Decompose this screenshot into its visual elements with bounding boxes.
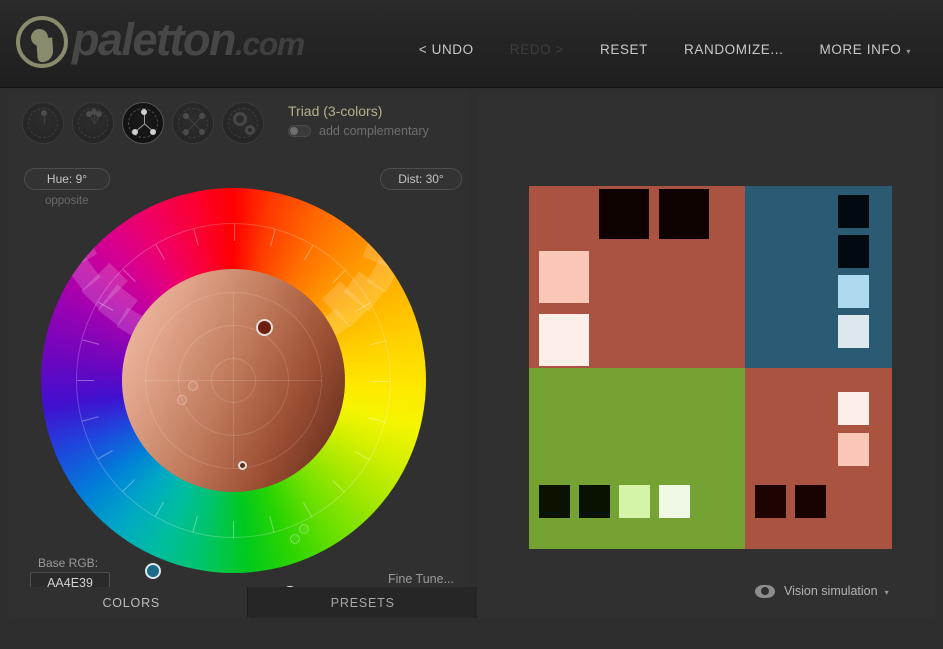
chevron-down-icon: ▾ — [884, 588, 889, 597]
scheme-dial-dot — [131, 128, 138, 135]
preview-swatch[interactable] — [539, 314, 589, 366]
vision-simulation-text: Vision simulation — [784, 584, 878, 598]
scheme-freestyle[interactable] — [222, 102, 264, 144]
add-complementary-row[interactable]: add complementary — [288, 124, 429, 138]
preview-quadrant-bottom-left[interactable] — [529, 367, 745, 549]
logo-text: paletton.com — [72, 14, 305, 70]
preview-swatch[interactable] — [837, 235, 869, 268]
logo[interactable]: paletton.com — [16, 14, 305, 70]
wheel-marker-primary[interactable] — [255, 318, 273, 336]
wheel-marker-shade-b2[interactable] — [290, 534, 300, 544]
eye-icon — [755, 584, 775, 598]
distance-value-button[interactable]: Dist: 30° — [380, 168, 462, 190]
scheme-dial-dot — [41, 110, 47, 116]
wheel-marker-secondary-blue[interactable] — [145, 563, 161, 579]
logo-tld: .com — [235, 26, 305, 62]
gear-icon-small — [245, 125, 255, 135]
gear-icon — [233, 112, 247, 126]
colors-panel: Triad (3-colors) add complementary Hue: … — [8, 92, 478, 618]
preview-quadrant-top-right[interactable] — [744, 186, 892, 368]
fine-tune-button[interactable]: Fine Tune... — [388, 572, 454, 586]
preview-row-top — [529, 186, 892, 368]
preview-swatch[interactable] — [754, 484, 786, 518]
preview-swatch[interactable] — [837, 432, 869, 466]
scheme-dial-dot — [141, 109, 147, 115]
more-info-button[interactable]: MORE INFO ▾ — [801, 38, 929, 61]
add-complementary-toggle[interactable] — [288, 125, 311, 137]
base-rgb-label: Base RGB: — [38, 556, 99, 570]
scheme-dial-dot — [198, 113, 205, 120]
preview-swatch[interactable] — [837, 315, 869, 348]
vision-simulation-button[interactable]: Vision simulation ▾ — [755, 584, 889, 598]
scheme-selector — [22, 102, 264, 144]
wheel-marker-shade-b1[interactable] — [299, 524, 309, 534]
preview-swatch[interactable] — [659, 484, 690, 518]
wheel-marker-inner-center[interactable] — [237, 460, 247, 470]
tab-presets[interactable]: PRESETS — [247, 587, 478, 618]
preview-swatch[interactable] — [837, 195, 869, 228]
scheme-dial-dot — [150, 128, 157, 135]
preview-swatch[interactable] — [599, 189, 649, 239]
paletton-app: paletton.com < UNDO REDO > RESET RANDOMIZE.… — [0, 0, 943, 649]
scheme-triad[interactable] — [122, 102, 164, 144]
scheme-dial-dot — [198, 128, 205, 135]
preview-swatch[interactable] — [579, 484, 610, 518]
logo-word: paletton — [72, 14, 237, 65]
preview-canvas — [529, 186, 892, 549]
preview-swatch[interactable] — [619, 484, 650, 518]
preview-quadrant-bottom-right[interactable] — [744, 367, 892, 549]
preview-swatch[interactable] — [539, 251, 589, 303]
preview-swatch[interactable] — [659, 189, 709, 239]
scheme-label: Triad (3-colors) — [288, 103, 383, 119]
add-complementary-label: add complementary — [319, 124, 429, 138]
reset-button[interactable]: RESET — [582, 38, 666, 61]
wheel-marker-shade-a2[interactable] — [177, 395, 187, 405]
tab-colors[interactable]: COLORS — [16, 587, 248, 618]
app-header: paletton.com < UNDO REDO > RESET RANDOMIZE.… — [0, 0, 943, 88]
preview-panel: Vision simulation▾ PREVIEW▾EXAMPLES...TA… — [477, 92, 935, 618]
preview-swatch[interactable] — [794, 484, 826, 518]
scheme-tetrad[interactable] — [172, 102, 214, 144]
vision-simulation-label: Vision simulation ▾ — [784, 584, 889, 598]
left-tabbar: COLORS PRESETS — [16, 587, 478, 618]
redo-button: REDO > — [509, 42, 564, 57]
preview-swatch[interactable] — [837, 275, 869, 308]
preview-swatch[interactable] — [539, 484, 570, 518]
color-wheel-shade-disc[interactable] — [122, 269, 345, 492]
scheme-adjacent[interactable] — [72, 102, 114, 144]
preview-quadrant-top-left[interactable] — [529, 186, 745, 368]
top-navigation: < UNDO REDO > RESET RANDOMIZE... MORE INFO ▾ — [401, 38, 929, 61]
wheel-marker-shade-a1[interactable] — [188, 381, 198, 391]
paletton-logo-icon — [16, 16, 68, 68]
hue-value-button[interactable]: Hue: 9° — [24, 168, 110, 190]
color-wheel[interactable] — [41, 188, 426, 602]
undo-button[interactable]: < UNDO — [401, 38, 492, 61]
scheme-dial-dot — [183, 128, 190, 135]
randomize-button[interactable]: RANDOMIZE... — [666, 38, 801, 61]
chevron-down-icon: ▾ — [906, 47, 911, 56]
preview-swatch[interactable] — [837, 391, 869, 425]
preview-row-bottom — [529, 367, 892, 549]
scheme-monochromatic[interactable] — [22, 102, 64, 144]
